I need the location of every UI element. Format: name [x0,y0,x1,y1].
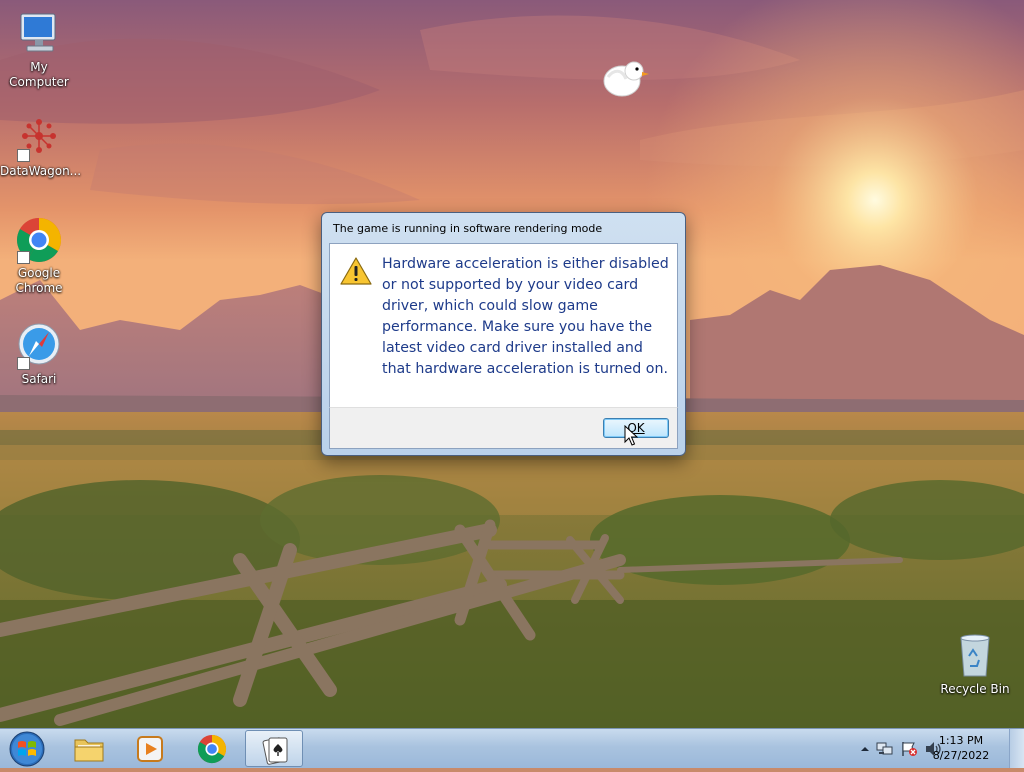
desktop-icon-safari[interactable]: Safari [0,322,78,387]
desktop-icon-datawagon[interactable]: DataWagon... [0,114,82,179]
taskbar: 1:13 PM 8/27/2022 [0,728,1024,768]
desktop-icon-my-computer[interactable]: My Computer [0,10,78,90]
shortcut-arrow-icon [17,357,30,370]
warning-icon [340,257,372,285]
desktop-icon-label: My Computer [9,60,69,89]
action-center-flag-icon[interactable] [900,741,918,757]
desktop-icon-label: DataWagon... [0,164,82,178]
desktop-icon-recycle-bin[interactable]: Recycle Bin [936,632,1014,697]
shortcut-arrow-icon [17,149,30,162]
clock-date: 8/27/2022 [932,749,990,762]
windows-start-icon [9,731,45,767]
desktop-icon-label: Google Chrome [15,266,63,295]
recycle-bin-icon [960,634,990,677]
show-desktop-button[interactable] [1009,729,1024,768]
taskbar-chrome[interactable] [183,730,241,767]
chrome-icon [197,734,227,764]
shortcut-arrow-icon [17,251,30,264]
taskbar-file-explorer[interactable] [60,730,118,767]
mouse-cursor-icon [624,425,638,446]
dialog-message: Hardware acceleration is either disabled… [382,256,669,377]
clock-time: 1:13 PM [938,734,984,747]
taskbar-solitaire[interactable] [245,730,303,767]
taskbar-clock[interactable]: 1:13 PM 8/27/2022 [926,733,996,763]
desktop-bird-icon[interactable] [600,55,650,103]
network-icon[interactable] [876,741,894,757]
cards-icon [262,737,288,765]
show-hidden-icons-chevron[interactable] [860,745,870,753]
system-tray: 1:13 PM 8/27/2022 [834,729,1024,769]
dialog-content: Hardware acceleration is either disabled… [329,243,678,419]
desktop-icon-label: Recycle Bin [940,682,1010,696]
computer-icon [20,13,56,52]
taskbar-media-player[interactable] [121,730,179,767]
folder-icon [74,739,104,762]
dialog-title: The game is running in software renderin… [333,222,603,235]
desktop-icon-google-chrome[interactable]: Google Chrome [0,216,78,296]
media-player-icon [137,736,163,762]
software-rendering-dialog: The game is running in software renderin… [321,212,686,456]
desktop-icon-label: Safari [21,372,57,386]
start-button[interactable] [4,730,50,768]
